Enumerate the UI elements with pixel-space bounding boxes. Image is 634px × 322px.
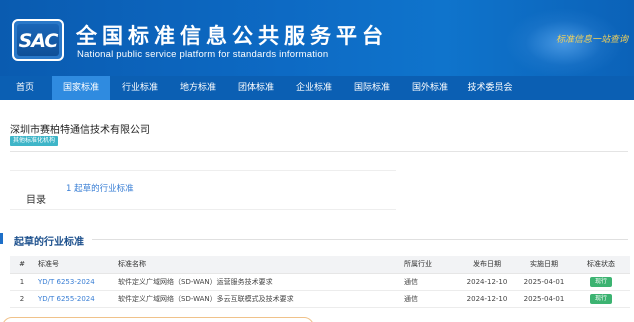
effective-date: 2025-04-01	[516, 273, 572, 291]
standard-code-link[interactable]: YD/T 6255-2024	[38, 295, 95, 303]
section-accent-bar	[0, 233, 3, 244]
banner-slogan: 标准信息一站查询	[555, 35, 628, 45]
divider	[10, 151, 628, 152]
column-header-effective: 实施日期	[516, 256, 572, 274]
table-of-contents: 目录 1 起草的行业标准	[10, 170, 396, 210]
column-header-status: 标准状态	[572, 256, 630, 274]
organization-type-badge: 其他标准化机构	[10, 136, 59, 146]
status-badge: 现行	[589, 276, 612, 287]
site-subtitle: National public service platform for sta…	[77, 49, 329, 60]
nav-technical-committee[interactable]: 技术委员会	[460, 76, 520, 100]
effective-date: 2025-04-01	[516, 290, 572, 308]
column-header-code: 标准号	[34, 256, 114, 274]
footer-edge	[2, 317, 314, 322]
industry: 通信	[400, 273, 458, 291]
logo-text: SAC	[18, 30, 59, 52]
toc-link-industry-standards[interactable]: 1 起草的行业标准	[66, 182, 134, 194]
nav-enterprise-standards[interactable]: 企业标准	[288, 76, 340, 100]
nav-home[interactable]: 首页	[6, 76, 44, 100]
standards-table: # 标准号 标准名称 所属行业 发布日期 实施日期 标准状态 1 YD/T 62…	[10, 256, 630, 308]
column-header-published: 发布日期	[458, 256, 516, 274]
column-header-industry: 所属行业	[400, 256, 458, 274]
nav-foreign-standards[interactable]: 国外标准	[404, 76, 456, 100]
column-header-name: 标准名称	[114, 256, 400, 274]
nav-national-standards[interactable]: 国家标准	[52, 76, 110, 100]
site-title: 全国标准信息公共服务平台	[76, 24, 388, 48]
section-title: 起草的行业标准	[14, 237, 84, 248]
table-header-row: # 标准号 标准名称 所属行业 发布日期 实施日期 标准状态	[10, 256, 630, 274]
column-header-index: #	[10, 256, 34, 274]
table-row[interactable]: 1 YD/T 6253-2024 软件定义广域网络（SD-WAN）运营服务技术要…	[10, 273, 630, 291]
nav-group-standards[interactable]: 团体标准	[230, 76, 282, 100]
standard-name: 软件定义广域网络（SD-WAN）运营服务技术要求	[114, 273, 400, 291]
standard-code-link[interactable]: YD/T 6253-2024	[38, 278, 95, 286]
sac-logo[interactable]: SAC	[12, 19, 64, 61]
main-nav: 首页 国家标准 行业标准 地方标准 团体标准 企业标准 国际标准 国外标准 技术…	[0, 76, 634, 100]
row-index: 1	[10, 273, 34, 291]
industry: 通信	[400, 290, 458, 308]
status-badge: 现行	[589, 293, 612, 304]
nav-industry-standards[interactable]: 行业标准	[114, 76, 166, 100]
nav-international-standards[interactable]: 国际标准	[346, 76, 398, 100]
table-row[interactable]: 2 YD/T 6255-2024 软件定义广域网络（SD-WAN）多云互联模式及…	[10, 290, 630, 308]
section-divider	[92, 239, 628, 240]
standard-name: 软件定义广域网络（SD-WAN）多云互联模式及技术要求	[114, 290, 400, 308]
organization-name: 深圳市赛柏特通信技术有限公司	[10, 125, 150, 136]
row-index: 2	[10, 290, 34, 308]
published-date: 2024-12-10	[458, 273, 516, 291]
header-banner: SAC 全国标准信息公共服务平台 National public service…	[0, 0, 634, 76]
published-date: 2024-12-10	[458, 290, 516, 308]
toc-label: 目录	[26, 195, 46, 206]
nav-local-standards[interactable]: 地方标准	[172, 76, 224, 100]
